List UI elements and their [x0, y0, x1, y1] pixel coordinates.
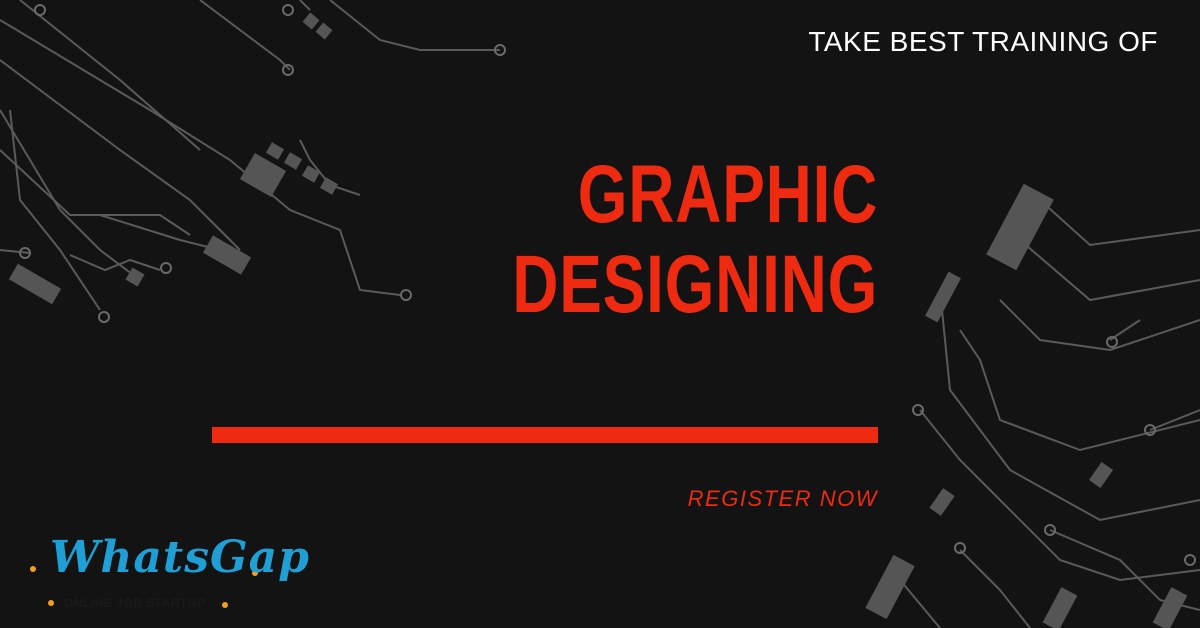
logo-dot	[222, 602, 228, 608]
training-tagline: TAKE BEST TRAINING OF	[808, 26, 1158, 57]
register-now-link[interactable]: REGISTER NOW	[688, 486, 878, 512]
course-title-line-1: GRAPHIC	[577, 149, 878, 240]
course-title-line-2: DESIGNING	[512, 239, 878, 330]
banner-canvas: TAKE BEST TRAINING OF GRAPHIC DESIGNING …	[0, 0, 1200, 628]
logo-tagline: ONLINE JOB STARTUP	[64, 596, 206, 610]
logo-wordmark: WhatsGap	[50, 532, 310, 583]
course-title: GRAPHIC DESIGNING	[512, 150, 878, 330]
whatsgap-logo: WhatsGap ONLINE JOB STARTUP	[26, 530, 309, 620]
logo-dot	[30, 566, 36, 572]
accent-divider	[212, 427, 878, 443]
logo-dot	[48, 600, 54, 606]
